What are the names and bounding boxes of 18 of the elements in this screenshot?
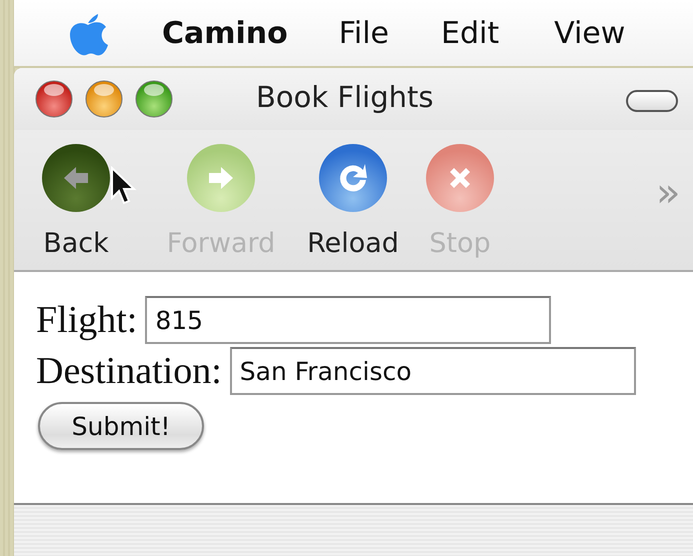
menu-item[interactable]: File — [338, 16, 389, 50]
back-button[interactable]: Back — [38, 130, 114, 259]
menu-item[interactable]: View — [554, 16, 626, 50]
reload-icon — [317, 142, 389, 214]
close-button[interactable] — [34, 79, 74, 119]
menu-item[interactable]: Edit — [440, 16, 500, 50]
submit-button[interactable]: Submit! — [38, 402, 204, 450]
minimize-button[interactable] — [84, 79, 124, 119]
reload-button[interactable]: Reload — [302, 130, 404, 259]
app-menu[interactable]: Camino — [162, 16, 288, 50]
text-field[interactable]: San Francisco — [230, 347, 636, 395]
toolbar-toggle-button[interactable] — [626, 90, 678, 112]
field-label: Destination: — [36, 349, 222, 393]
window-title: Book Flights — [256, 80, 434, 114]
text-field[interactable]: 815 — [145, 296, 552, 344]
stop-icon — [424, 142, 496, 214]
zoom-button[interactable] — [134, 79, 174, 119]
field-label: Flight: — [36, 298, 138, 342]
